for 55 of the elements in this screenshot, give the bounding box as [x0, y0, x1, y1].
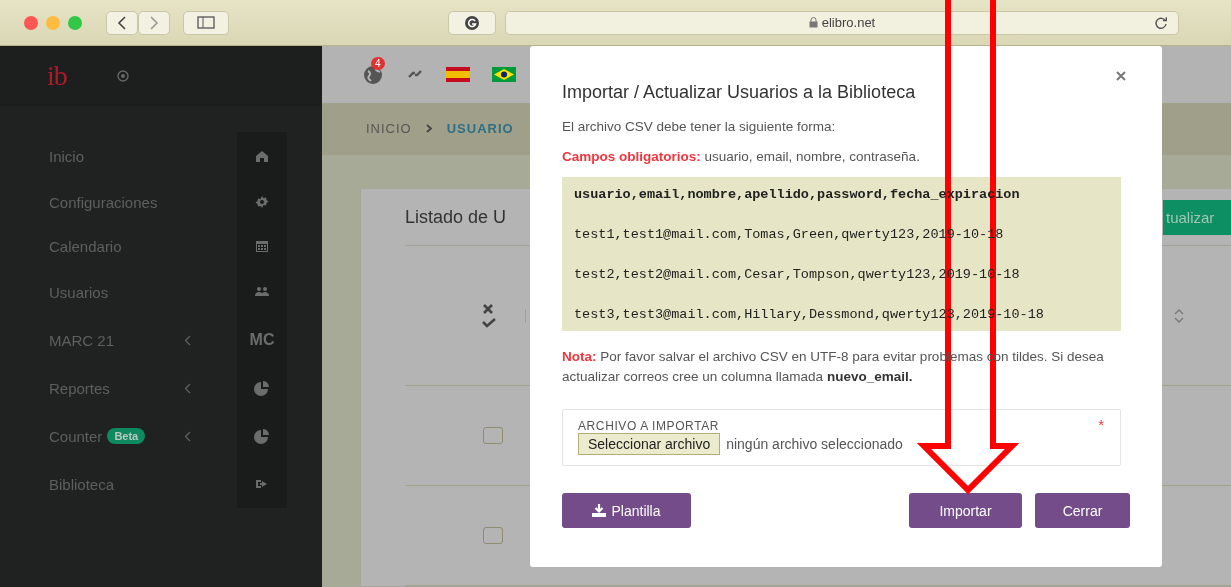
spain-flag-icon[interactable] — [446, 66, 470, 82]
pie-chart-icon — [253, 379, 271, 397]
dialog-button[interactable]: Cerrar — [1035, 493, 1130, 528]
brazil-flag-icon[interactable] — [492, 66, 516, 82]
breadcrumb-link[interactable]: INICIO — [366, 121, 412, 137]
menu-icon-tile[interactable]: MC — [237, 316, 287, 364]
menu-icon-tile[interactable] — [237, 460, 287, 508]
file-field[interactable]: ARCHIVO A IMPORTAR * Seleccionar archivo ningún archivo seleccionado — [562, 409, 1121, 466]
sidebar-item[interactable]: Biblioteca — [49, 475, 115, 493]
required-mark: * — [1098, 416, 1104, 433]
notification-badge: 4 — [371, 57, 385, 71]
back-icon — [117, 15, 127, 30]
chevron-right-icon — [425, 124, 433, 134]
forward-icon — [149, 15, 159, 30]
back-button[interactable] — [106, 10, 138, 35]
update-button[interactable]: tualizar — [1163, 199, 1231, 235]
file-status: ningún archivo seleccionado — [726, 436, 903, 452]
sidebar-item[interactable]: Inicio — [49, 147, 85, 165]
sort-icon[interactable] — [1174, 308, 1184, 323]
extension-icon — [464, 14, 480, 31]
close-window-icon[interactable] — [24, 15, 38, 30]
breadcrumb-current: USUARIO — [446, 121, 514, 137]
sidebar-toggle-button[interactable] — [183, 10, 229, 35]
sidebar-item[interactable]: Counter — [49, 427, 103, 445]
sidebar-item[interactable]: MARC 21 — [49, 331, 115, 349]
sidebar-item[interactable]: Reportes — [49, 379, 110, 397]
lock-icon — [808, 17, 818, 28]
beta-badge: Beta — [107, 428, 146, 444]
logo[interactable]: ib — [47, 60, 67, 92]
sidebar-item[interactable]: Usuarios — [49, 283, 109, 301]
row-checkbox[interactable] — [483, 527, 503, 544]
target-icon[interactable] — [116, 70, 129, 82]
chevron-icon — [184, 382, 191, 394]
dialog-button[interactable]: Importar — [909, 493, 1022, 528]
chevron-icon — [184, 334, 191, 346]
row-checkbox[interactable] — [483, 427, 503, 444]
select-toggle-icon[interactable] — [481, 302, 497, 329]
dialog-title: Importar / Actualizar Usuarios a la Biblioteca — [562, 82, 917, 103]
choose-file-button[interactable]: Seleccionar archivo — [578, 433, 721, 455]
download-icon — [592, 504, 607, 517]
sidebar-icon — [197, 16, 215, 29]
intro-text: El archivo CSV debe tener la siguiente forma: — [562, 118, 837, 136]
sidebar-item[interactable]: Calendario — [49, 237, 122, 255]
pie-chart-icon — [253, 427, 271, 445]
extension-button[interactable] — [448, 10, 496, 35]
card-title: Listado de U — [405, 206, 507, 228]
required-fields-text: Campos obligatorios: usuario, email, nombre, contraseña. — [562, 148, 921, 166]
chevron-icon — [184, 430, 191, 442]
reload-icon[interactable] — [1154, 15, 1168, 30]
dialog-button[interactable]: Plantilla — [562, 493, 691, 528]
menu-icon-tile[interactable] — [237, 132, 287, 180]
address-bar[interactable]: elibro.net — [505, 10, 1179, 35]
close-icon[interactable] — [1116, 71, 1126, 81]
sidebar-item[interactable]: Configuraciones — [49, 193, 158, 211]
field-label: ARCHIVO A IMPORTAR — [578, 419, 720, 433]
